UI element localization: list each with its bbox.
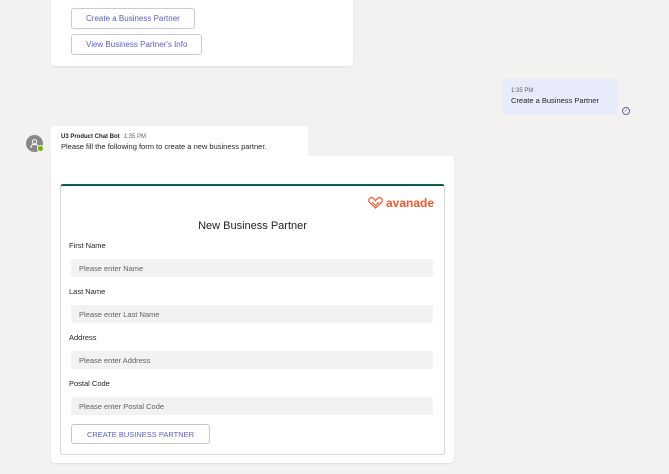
form-title: New Business Partner: [198, 220, 307, 232]
previous-card: Create a Business Partner View Business …: [51, 0, 353, 66]
bot-message: U3 Product Chat Bot 1:35 PM Please fill t…: [51, 126, 308, 156]
bot-message-attachment: avanade New Business Partner First Name …: [51, 156, 454, 463]
business-partner-form: avanade New Business Partner First Name …: [60, 184, 445, 455]
avanade-logo: avanade: [368, 196, 434, 210]
avanade-logo-icon: [368, 197, 383, 209]
last-name-label: Last Name: [69, 287, 106, 296]
postal-code-input[interactable]: [71, 397, 433, 415]
address-input[interactable]: [71, 351, 433, 369]
create-business-partner-button[interactable]: Create a Business Partner: [71, 8, 195, 29]
create-business-partner-submit-button[interactable]: CREATE BUSINESS PARTNER: [71, 424, 210, 444]
first-name-input[interactable]: [71, 259, 433, 277]
bot-name[interactable]: U3 Product Chat Bot: [61, 134, 120, 140]
bot-message-text: Please fill the following form to create…: [61, 142, 267, 151]
user-message-time: 1:35 PM: [511, 88, 534, 94]
read-receipt-icon: ✓: [622, 107, 630, 115]
user-message-text: Create a Business Partner: [511, 96, 599, 105]
bot-message-header: U3 Product Chat Bot 1:35 PM: [61, 133, 308, 141]
first-name-label: First Name: [69, 241, 106, 250]
presence-available-icon: [37, 145, 44, 152]
postal-code-label: Postal Code: [69, 379, 110, 388]
bot-message-time: 1:35 PM: [123, 134, 147, 140]
last-name-input[interactable]: [71, 305, 433, 323]
avanade-logo-text: avanade: [385, 196, 434, 210]
view-business-partner-info-button[interactable]: View Business Partner's Info: [71, 34, 203, 55]
user-message: 1:35 PM Create a Business Partner: [502, 79, 618, 115]
address-label: Address: [69, 333, 97, 342]
